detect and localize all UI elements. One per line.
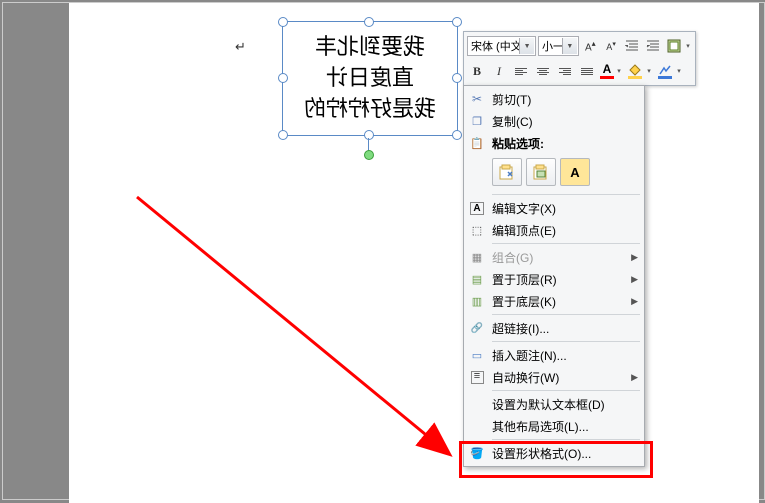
menu-edit-vertex[interactable]: 编辑顶点(E) [464, 219, 644, 241]
menu-separator [492, 243, 640, 244]
resize-handle-tr[interactable] [452, 17, 462, 27]
font-name-value: 宋体 (中文 [471, 38, 522, 54]
text-wrap-icon [468, 368, 486, 386]
resize-handle-tl[interactable] [278, 17, 288, 27]
font-size-value: 小一 [542, 38, 564, 54]
group-icon [468, 248, 486, 266]
grow-font-button[interactable]: A▴ [581, 36, 600, 56]
align-left-button[interactable] [511, 61, 531, 81]
increase-indent-button[interactable] [643, 36, 662, 56]
textbox-line: 我是好柠柠的 [304, 94, 436, 125]
resize-handle-br[interactable] [452, 130, 462, 140]
shrink-font-button[interactable]: A▾ [602, 36, 621, 56]
format-shape-icon [468, 444, 486, 462]
bold-button[interactable]: B [467, 61, 487, 81]
quick-styles-button[interactable]: ▾ [664, 36, 692, 56]
copy-icon [468, 112, 486, 130]
decrease-indent-button[interactable] [622, 36, 641, 56]
resize-handle-tm[interactable] [364, 17, 374, 27]
menu-separator [492, 390, 640, 391]
paragraph-mark: ↵ [235, 39, 246, 55]
font-color-button[interactable]: A ▾ [599, 63, 623, 79]
menu-paste-header: 粘贴选项: [464, 132, 644, 154]
rotate-handle[interactable] [364, 150, 374, 160]
resize-handle-bm[interactable] [364, 130, 374, 140]
menu-edit-text[interactable]: 编辑文字(X) [464, 197, 644, 219]
selected-textbox[interactable]: 我要到北丰 直度日计 我是好柠柠的 [282, 21, 458, 136]
submenu-arrow-icon: ▶ [631, 252, 638, 263]
align-justify-button[interactable] [577, 61, 597, 81]
paste-options-row: A [464, 154, 644, 192]
paste-option-picture[interactable] [526, 158, 556, 186]
context-menu: 剪切(T) 复制(C) 粘贴选项: A 编辑文字(X) [463, 85, 645, 467]
menu-bring-front[interactable]: 置于顶层(R) ▶ [464, 268, 644, 290]
menu-separator [492, 341, 640, 342]
shape-fill-button[interactable]: ▾ [625, 61, 653, 81]
menu-group: 组合(G) ▶ [464, 246, 644, 268]
menu-separator [492, 194, 640, 195]
blank-icon [468, 395, 486, 413]
edit-vertex-icon [468, 221, 486, 239]
hyperlink-icon [468, 319, 486, 337]
paste-option-keep-source[interactable] [492, 158, 522, 186]
submenu-arrow-icon: ▶ [631, 372, 638, 383]
send-back-icon [468, 292, 486, 310]
submenu-arrow-icon: ▶ [631, 274, 638, 285]
menu-separator [492, 439, 640, 440]
menu-copy[interactable]: 复制(C) [464, 110, 644, 132]
menu-other-layout[interactable]: 其他布局选项(L)... [464, 415, 644, 437]
font-name-combo[interactable]: 宋体 (中文 ▼ [467, 36, 536, 56]
edit-text-icon [468, 199, 486, 217]
resize-handle-ml[interactable] [278, 73, 288, 83]
italic-button[interactable]: I [489, 61, 509, 81]
menu-format-shape[interactable]: 设置形状格式(O)... [464, 442, 644, 464]
align-center-button[interactable] [533, 61, 553, 81]
menu-set-default-textbox[interactable]: 设置为默认文本框(D) [464, 393, 644, 415]
caption-icon [468, 346, 486, 364]
menu-separator [492, 314, 640, 315]
paste-option-text-only[interactable]: A [560, 158, 590, 186]
menu-hyperlink[interactable]: 超链接(I)... [464, 317, 644, 339]
menu-insert-caption[interactable]: 插入题注(N)... [464, 344, 644, 366]
dropdown-arrow-icon[interactable]: ▼ [562, 38, 577, 54]
menu-auto-wrap[interactable]: 自动换行(W) ▶ [464, 366, 644, 388]
mini-toolbar: 宋体 (中文 ▼ 小一 ▼ A▴ A▾ ▾ B I [463, 31, 696, 86]
blank-icon [468, 417, 486, 435]
dropdown-arrow-icon[interactable]: ▼ [519, 38, 534, 54]
resize-handle-mr[interactable] [452, 73, 462, 83]
menu-send-back[interactable]: 置于底层(K) ▶ [464, 290, 644, 312]
cut-icon [468, 90, 486, 108]
textbox-line: 直度日计 [326, 63, 414, 94]
bring-front-icon [468, 270, 486, 288]
textbox-line: 我要到北丰 [315, 32, 425, 63]
font-size-combo[interactable]: 小一 ▼ [538, 36, 579, 56]
align-right-button[interactable] [555, 61, 575, 81]
submenu-arrow-icon: ▶ [631, 296, 638, 307]
resize-handle-bl[interactable] [278, 130, 288, 140]
shape-outline-button[interactable]: ▾ [655, 61, 683, 81]
paste-icon [468, 134, 486, 152]
menu-cut[interactable]: 剪切(T) [464, 88, 644, 110]
